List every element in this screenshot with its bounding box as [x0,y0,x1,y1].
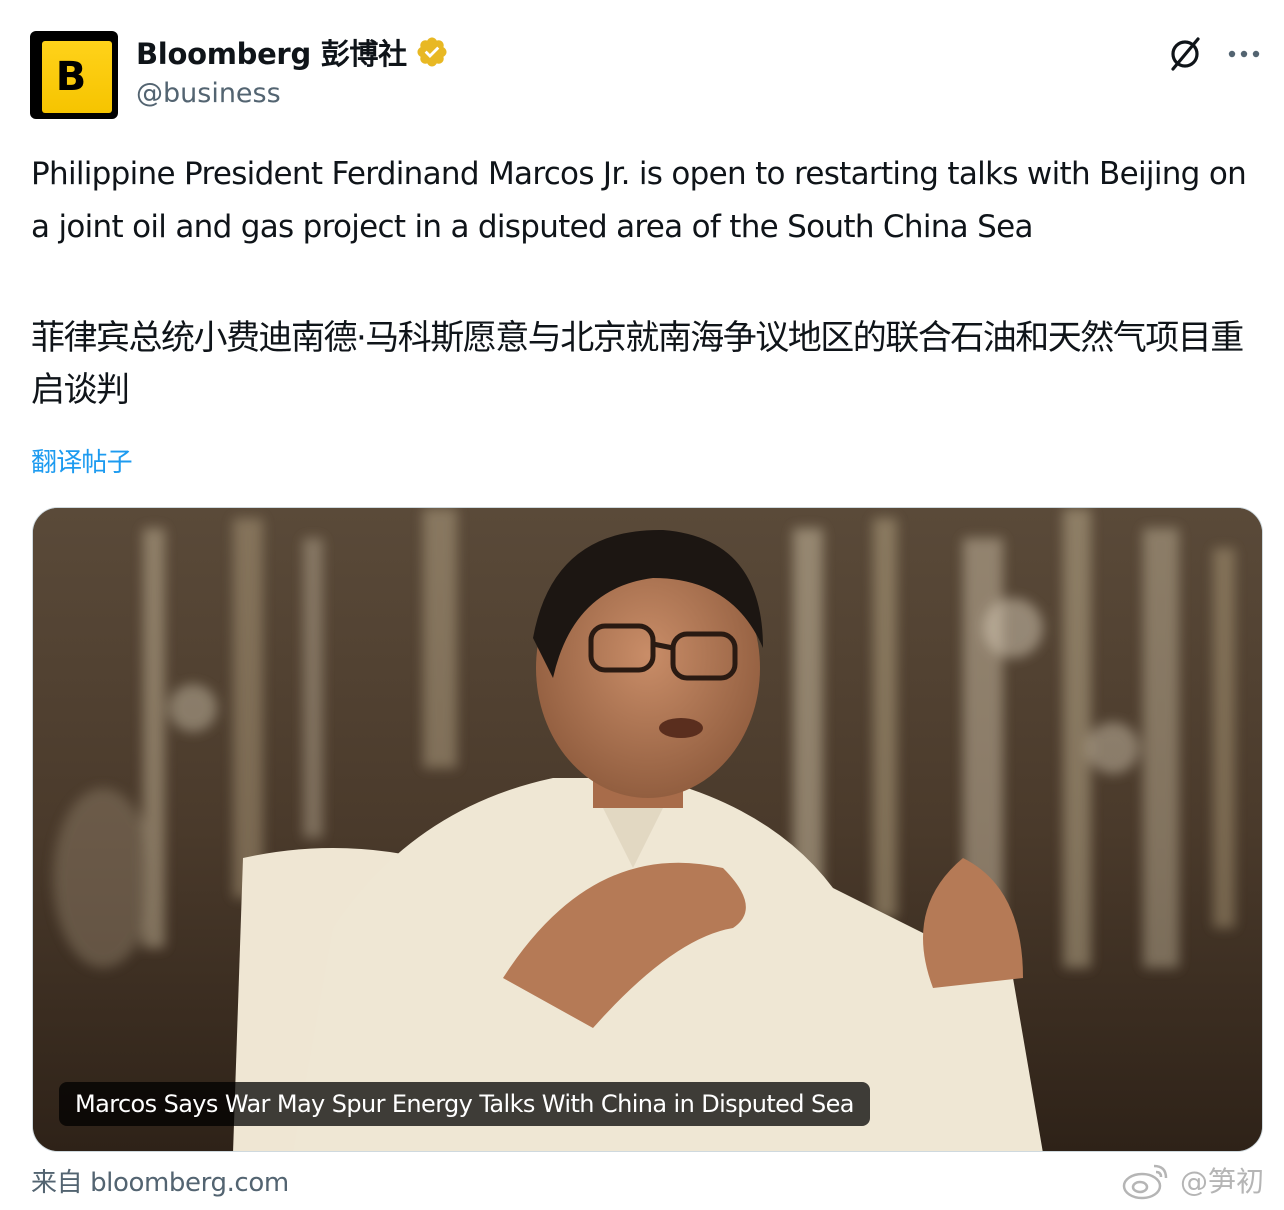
link-card-image[interactable]: Marcos Says War May Spur Energy Talks Wi… [32,507,1263,1152]
watermark-text: @笋初 [1180,1165,1265,1198]
grok-icon[interactable] [1164,32,1208,76]
avatar-letter: B [55,54,87,100]
author-name-row[interactable]: Bloomberg 彭博社 [136,32,449,72]
weibo-icon [1122,1164,1168,1200]
author-avatar[interactable]: B [30,31,118,119]
tweet-text-chinese: 菲律宾总统小费迪南德·马科斯愿意与北京就南海争议地区的联合石油和天然气项目重启谈… [31,318,1244,410]
author-handle[interactable]: @business [136,78,281,109]
watermark: @笋初 [1120,1155,1264,1205]
translate-post-link[interactable]: 翻译帖子 [31,442,133,479]
more-options-icon[interactable] [1222,34,1266,74]
author-display-name[interactable]: Bloomberg 彭博社 [136,31,407,73]
bloomberg-logo: B [42,41,112,113]
card-headline: Marcos Says War May Spur Energy Talks Wi… [59,1082,870,1126]
photo-illustration [33,508,1262,1151]
tweet-text: Philippine President Ferdinand Marcos Jr… [31,156,1247,245]
card-source-link[interactable]: 来自 bloomberg.com [31,1162,289,1199]
verified-badge-icon [417,37,447,67]
